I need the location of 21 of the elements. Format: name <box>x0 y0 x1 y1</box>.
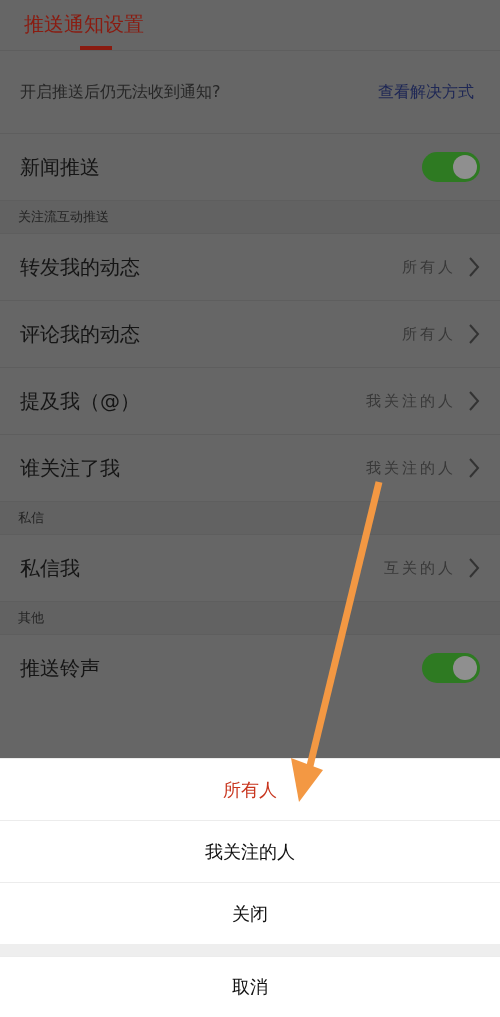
row-label: 转发我的动态 <box>20 253 141 281</box>
section-header: 其他 <box>18 609 44 627</box>
row-label: 评论我的动态 <box>20 320 141 348</box>
chevron-right-icon <box>468 557 480 579</box>
row-label: 提及我（@） <box>20 387 141 415</box>
row-label: 私信我 <box>20 554 81 582</box>
row-label: 新闻推送 <box>20 153 101 181</box>
page-title: 推送通知设置 <box>24 11 144 38</box>
toggle-switch[interactable] <box>422 653 480 683</box>
section-header: 私信 <box>18 509 44 527</box>
chevron-right-icon <box>468 457 480 479</box>
chevron-right-icon <box>468 256 480 278</box>
row-label: 谁关注了我 <box>20 454 121 482</box>
row-label: 推送铃声 <box>20 654 101 682</box>
chevron-right-icon <box>468 390 480 412</box>
tab-indicator <box>80 46 112 50</box>
chevron-right-icon <box>468 323 480 345</box>
solution-link[interactable]: 查看解决方式 <box>378 81 474 103</box>
help-text: 开启推送后仍无法收到通知? <box>20 81 221 103</box>
section-header: 关注流互动推送 <box>18 208 109 226</box>
toggle-switch[interactable] <box>422 152 480 182</box>
